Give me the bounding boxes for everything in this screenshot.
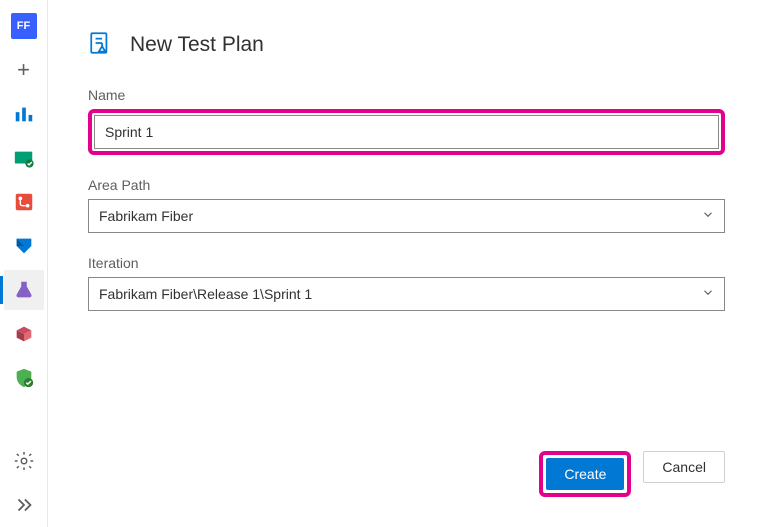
- plus-icon: +: [17, 57, 30, 83]
- shield-check-icon: [13, 367, 35, 389]
- cancel-button[interactable]: Cancel: [643, 451, 725, 483]
- sidebar-item-compliance[interactable]: [4, 358, 44, 398]
- boards-icon: [13, 147, 35, 169]
- chevron-double-right-icon: [13, 494, 35, 516]
- main-content: New Test Plan Name Area Path Fabrikam Fi…: [48, 0, 765, 527]
- sidebar-add[interactable]: +: [4, 50, 44, 90]
- sidebar-settings[interactable]: [4, 441, 44, 481]
- sidebar-logo[interactable]: FF: [4, 6, 44, 46]
- sidebar-item-repos[interactable]: [4, 182, 44, 222]
- name-input[interactable]: [94, 115, 719, 149]
- area-path-select[interactable]: Fabrikam Fiber: [88, 199, 725, 233]
- gear-icon: [13, 450, 35, 472]
- sidebar-item-artifacts[interactable]: [4, 314, 44, 354]
- pipelines-icon: [13, 235, 35, 257]
- create-highlight-wrap: Create: [539, 451, 631, 497]
- sidebar-item-test-plans[interactable]: [4, 270, 44, 310]
- dialog-footer: Create Cancel: [88, 431, 725, 507]
- name-highlight-wrap: [88, 109, 725, 155]
- iteration-field-group: Iteration Fabrikam Fiber\Release 1\Sprin…: [88, 255, 725, 311]
- project-logo-icon: FF: [11, 13, 37, 39]
- iteration-select[interactable]: Fabrikam Fiber\Release 1\Sprint 1: [88, 277, 725, 311]
- dashboards-icon: [13, 103, 35, 125]
- artifacts-icon: [13, 323, 35, 345]
- create-button[interactable]: Create: [546, 458, 624, 490]
- page-header: New Test Plan: [88, 30, 725, 59]
- sidebar-item-pipelines[interactable]: [4, 226, 44, 266]
- name-field-group: Name: [88, 87, 725, 155]
- iteration-label: Iteration: [88, 255, 725, 271]
- repos-icon: [13, 191, 35, 213]
- name-label: Name: [88, 87, 725, 103]
- sidebar-item-boards[interactable]: [4, 138, 44, 178]
- area-path-label: Area Path: [88, 177, 725, 193]
- area-path-field-group: Area Path Fabrikam Fiber: [88, 177, 725, 233]
- test-plans-icon: [13, 279, 35, 301]
- page-title: New Test Plan: [130, 33, 264, 57]
- sidebar: FF +: [0, 0, 48, 527]
- test-plan-header-icon: [88, 30, 114, 59]
- sidebar-item-dashboards[interactable]: [4, 94, 44, 134]
- sidebar-expand[interactable]: [4, 485, 44, 525]
